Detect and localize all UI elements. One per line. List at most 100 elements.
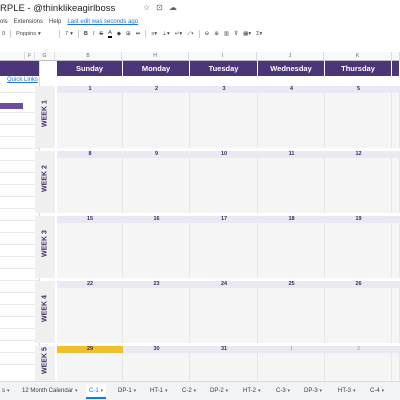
insert-comment-icon[interactable]: ⊕ xyxy=(214,31,219,37)
document-title[interactable]: RPLE - @thinklikeagirlboss xyxy=(0,3,115,14)
move-folder-icon[interactable]: ⊡ xyxy=(156,3,163,12)
date-cell-partial[interactable] xyxy=(392,151,400,158)
day-header-sunday[interactable]: Sunday xyxy=(57,61,123,76)
week-label-3[interactable]: WEEK 3 xyxy=(35,216,55,278)
day-notes-cell[interactable] xyxy=(57,158,123,213)
column-header-k[interactable]: K xyxy=(324,52,392,61)
day-notes-cell[interactable] xyxy=(190,223,258,278)
borders-icon[interactable]: ⊞ xyxy=(126,31,131,37)
column-header-b[interactable]: B xyxy=(55,52,122,61)
quick-links-link[interactable]: Quick Links xyxy=(0,77,39,83)
day-header-tuesday[interactable]: Tuesday xyxy=(190,61,258,76)
merge-cells-icon[interactable]: ⇹ xyxy=(136,31,141,37)
date-cell-partial[interactable] xyxy=(392,86,400,93)
day-notes-cell[interactable] xyxy=(190,93,258,148)
column-header-i[interactable]: I xyxy=(189,52,257,61)
last-edit-link[interactable]: Last edit was seconds ago xyxy=(67,19,138,25)
left-column-area[interactable] xyxy=(0,61,40,381)
menu-item-help[interactable]: Help xyxy=(49,19,61,25)
date-cell[interactable]: 31 xyxy=(190,346,258,353)
text-wrap-icon[interactable]: ↵▾ xyxy=(175,31,182,37)
date-cell-next-month[interactable]: 1 xyxy=(258,346,325,353)
column-header-g[interactable]: G xyxy=(35,52,55,61)
day-notes-cell[interactable] xyxy=(325,288,392,343)
strikethrough-button[interactable]: S xyxy=(99,31,103,37)
day-header-monday[interactable]: Monday xyxy=(123,61,190,76)
week-label-1[interactable]: WEEK 1 xyxy=(35,86,55,148)
date-cell[interactable]: 23 xyxy=(123,281,190,288)
day-notes-cell[interactable] xyxy=(392,158,400,213)
date-cell-next-month[interactable]: 2 xyxy=(325,346,392,353)
date-cell-highlighted[interactable]: 29 xyxy=(57,346,123,353)
date-cell-partial[interactable] xyxy=(392,346,400,353)
sheet-tab[interactable]: C-4 ▾ xyxy=(370,386,384,397)
day-notes-cell[interactable] xyxy=(392,288,400,343)
date-cell[interactable]: 24 xyxy=(190,281,258,288)
day-notes-cell[interactable] xyxy=(190,158,258,213)
date-cell-partial[interactable] xyxy=(392,281,400,288)
day-notes-cell[interactable] xyxy=(123,93,190,148)
sheet-tab[interactable]: HT-1 ▾ xyxy=(150,386,168,397)
sheet-tab[interactable]: s ▾ xyxy=(2,386,10,397)
day-notes-cell[interactable] xyxy=(190,353,258,381)
day-notes-cell[interactable] xyxy=(123,288,190,343)
day-notes-cell[interactable] xyxy=(123,223,190,278)
day-notes-cell[interactable] xyxy=(392,93,400,148)
day-notes-cell[interactable] xyxy=(325,223,392,278)
week-label-5[interactable]: WEEK 5 xyxy=(35,346,55,381)
day-notes-cell[interactable] xyxy=(57,353,123,381)
filter-icon[interactable]: ⊽ xyxy=(234,31,238,37)
day-notes-cell[interactable] xyxy=(258,223,325,278)
font-size-select[interactable]: 7 ▾ xyxy=(65,31,73,37)
sheet-tab[interactable]: DP-1 ▾ xyxy=(118,386,136,397)
day-notes-cell[interactable] xyxy=(57,223,123,278)
day-notes-cell[interactable] xyxy=(325,93,392,148)
date-cell[interactable]: 15 xyxy=(57,216,123,223)
date-cell[interactable]: 22 xyxy=(57,281,123,288)
italic-button[interactable]: I xyxy=(93,31,95,37)
day-notes-cell[interactable] xyxy=(325,353,392,381)
cloud-status-icon[interactable]: ☁ xyxy=(169,3,177,12)
day-notes-cell[interactable] xyxy=(258,353,325,381)
week-label-4[interactable]: WEEK 4 xyxy=(35,281,55,343)
font-family-select[interactable]: Poppins ▾ xyxy=(16,31,54,37)
date-cell[interactable]: 25 xyxy=(258,281,325,288)
insert-chart-icon[interactable]: ▥ xyxy=(224,31,229,37)
star-icon[interactable]: ☆ xyxy=(143,3,150,12)
date-cell[interactable]: 4 xyxy=(258,86,325,93)
vertical-align-icon[interactable]: ⊥▾ xyxy=(162,31,170,37)
day-notes-cell[interactable] xyxy=(392,223,400,278)
filter-views-icon[interactable]: ▦▾ xyxy=(243,31,251,37)
menu-item-tools[interactable]: ols xyxy=(0,19,8,25)
date-cell[interactable]: 12 xyxy=(325,151,392,158)
day-notes-cell[interactable] xyxy=(258,93,325,148)
sheet-tab[interactable]: DP-2 ▾ xyxy=(210,386,228,397)
horizontal-align-icon[interactable]: ≡▾ xyxy=(151,31,157,37)
sheet-tab[interactable]: HT-2 ▾ xyxy=(243,386,261,397)
date-cell-partial[interactable] xyxy=(392,216,400,223)
sheet-tab[interactable]: 12 Month Calendar ▾ xyxy=(22,386,78,397)
column-header-partial[interactable] xyxy=(0,52,25,61)
day-notes-cell[interactable] xyxy=(258,288,325,343)
date-cell[interactable]: 9 xyxy=(123,151,190,158)
date-cell[interactable]: 2 xyxy=(123,86,190,93)
menu-item-extensions[interactable]: Extensions xyxy=(14,19,43,25)
day-notes-cell[interactable] xyxy=(325,158,392,213)
day-notes-cell[interactable] xyxy=(123,158,190,213)
day-header-friday-partial[interactable] xyxy=(392,61,400,76)
sheet-tab[interactable]: HT-3 ▾ xyxy=(338,386,356,397)
day-notes-cell[interactable] xyxy=(258,158,325,213)
column-header-f[interactable]: F xyxy=(25,52,35,61)
column-header-j[interactable]: J xyxy=(257,52,324,61)
sheet-tab-active[interactable]: C-1 ▾ xyxy=(86,384,107,399)
date-cell[interactable]: 5 xyxy=(325,86,392,93)
day-header-thursday[interactable]: Thursday xyxy=(325,61,392,76)
bold-button[interactable]: B xyxy=(84,31,88,37)
sheet-tab[interactable]: C-3 ▾ xyxy=(276,386,290,397)
functions-icon[interactable]: Σ▾ xyxy=(256,31,262,37)
week-label-2[interactable]: WEEK 2 xyxy=(35,151,55,213)
date-cell[interactable]: 26 xyxy=(325,281,392,288)
day-notes-cell[interactable] xyxy=(392,353,400,381)
insert-link-icon[interactable]: ⊖ xyxy=(205,31,210,37)
date-cell[interactable]: 18 xyxy=(258,216,325,223)
